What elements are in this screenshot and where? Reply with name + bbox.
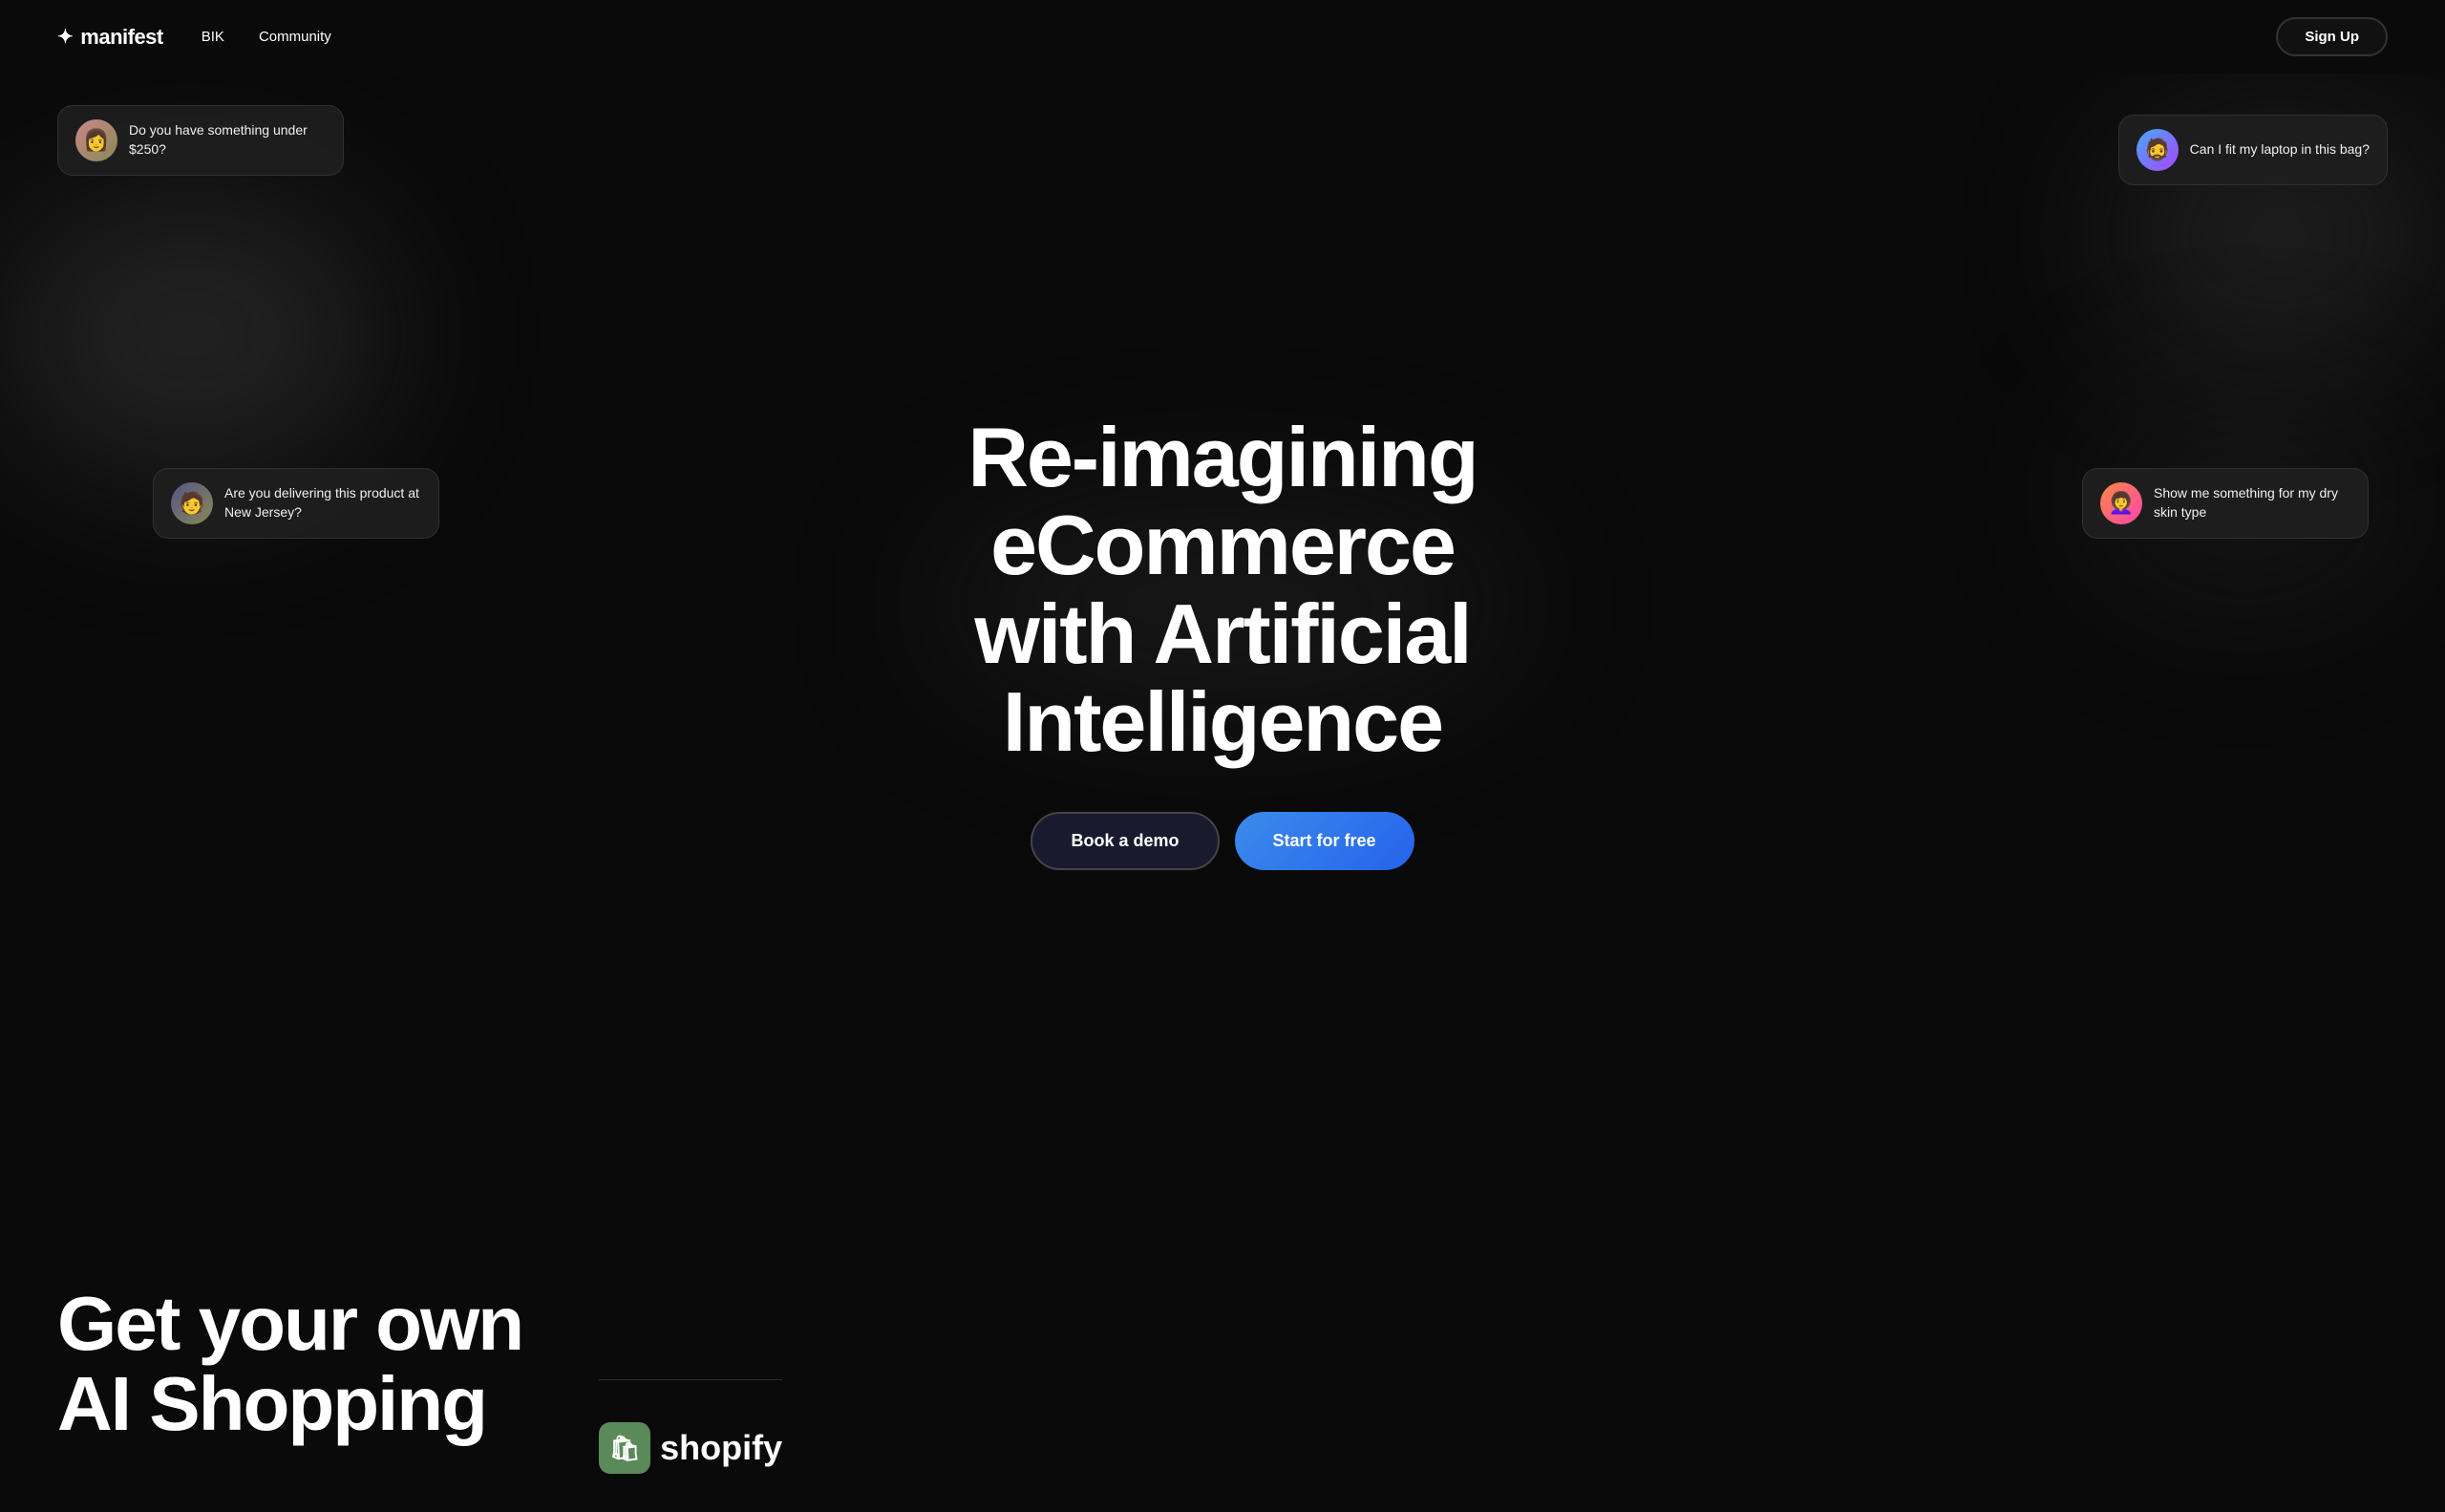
start-free-button[interactable]: Start for free — [1235, 812, 1414, 870]
avatar-mid-left: 🧑 — [171, 482, 213, 524]
hero-title: Re-imagining eCommerce with Artificial I… — [793, 414, 1652, 767]
signup-button[interactable]: Sign Up — [2276, 17, 2388, 56]
nav-link-community[interactable]: Community — [259, 29, 331, 45]
hero-title-line2: with Artificial Intelligence — [974, 586, 1470, 769]
book-demo-button[interactable]: Book a demo — [1031, 812, 1219, 870]
chat-bubble-top-left: 👩 Do you have something under $250? — [57, 105, 344, 176]
section2-title-line2: AI Shopping — [57, 1364, 522, 1444]
shopify-logo: 🛍 shopify — [599, 1422, 782, 1474]
divider — [599, 1379, 782, 1380]
nav-link-bik[interactable]: BIK — [202, 29, 224, 45]
hero-title-line1: Re-imagining eCommerce — [967, 410, 1477, 592]
chat-bubble-mid-left: 🧑 Are you delivering this product at New… — [153, 468, 439, 539]
section2-title-line1: Get your own — [57, 1284, 522, 1364]
section2-right: 🛍 shopify — [599, 1284, 782, 1474]
chat-bubble-top-right: 🧔 Can I fit my laptop in this bag? — [2118, 115, 2388, 185]
section2: Get your own AI Shopping 🛍 shopify — [0, 1207, 2445, 1512]
logo[interactable]: ✦ manifest — [57, 25, 163, 50]
chat-text-top-left: Do you have something under $250? — [129, 121, 326, 159]
shopify-bag-icon: 🛍 — [599, 1422, 650, 1474]
logo-star: ✦ — [57, 25, 73, 49]
hero-buttons: Book a demo Start for free — [1031, 812, 1414, 870]
avatar-top-right: 🧔 — [2137, 129, 2179, 171]
avatar-top-left: 👩 — [75, 119, 117, 161]
section2-title: Get your own AI Shopping — [57, 1284, 522, 1444]
nav-links: BIK Community — [202, 29, 331, 45]
chat-bubble-mid-right: 👩‍🦱 Show me something for my dry skin ty… — [2082, 468, 2369, 539]
avatar-mid-right: 👩‍🦱 — [2100, 482, 2142, 524]
logo-text: manifest — [80, 25, 162, 50]
navbar: ✦ manifest BIK Community Sign Up — [0, 0, 2445, 74]
chat-text-mid-left: Are you delivering this product at New J… — [224, 484, 421, 522]
chat-text-mid-right: Show me something for my dry skin type — [2154, 484, 2350, 522]
hero-section: 👩 Do you have something under $250? Re-i… — [0, 0, 2445, 1207]
glow-blob-left — [0, 191, 382, 478]
shopify-label: shopify — [660, 1428, 782, 1468]
chat-text-top-right: Can I fit my laptop in this bag? — [2190, 140, 2370, 160]
